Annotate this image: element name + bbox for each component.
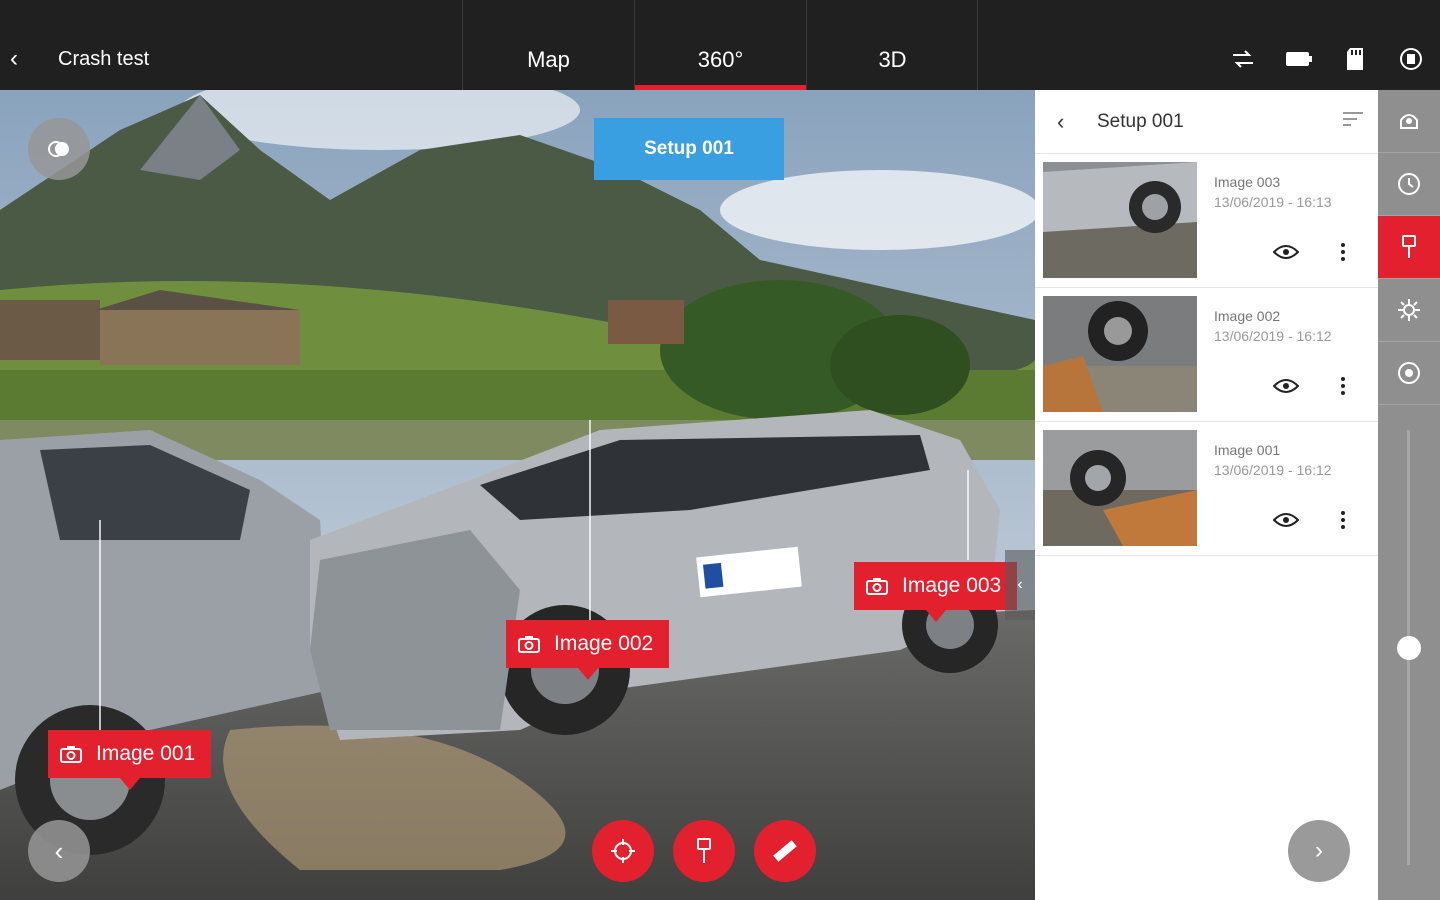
eye-icon[interactable]	[1272, 378, 1300, 399]
top-bar: ‹ Crash test Map 360° 3D	[0, 0, 1440, 90]
camera-icon	[518, 636, 540, 653]
item-title: Image 001	[1214, 442, 1281, 458]
status-icons	[1228, 44, 1426, 74]
tab-3d-label: 3D	[878, 47, 907, 72]
tab-divider	[977, 0, 978, 90]
thumbnail	[1043, 162, 1197, 278]
target-settings-icon	[1398, 362, 1420, 384]
thumbnail	[1043, 430, 1197, 546]
item-date: 13/06/2019 - 16:12	[1214, 328, 1332, 344]
history-tool[interactable]	[1378, 153, 1440, 216]
image-list-item[interactable]: Image 001 13/06/2019 - 16:12	[1035, 422, 1378, 556]
image-tag-002[interactable]: Image 002	[506, 620, 670, 680]
more-options-icon[interactable]	[1340, 242, 1346, 267]
measure-button[interactable]	[754, 820, 816, 882]
image-list-item[interactable]: Image 003 13/06/2019 - 16:13	[1035, 154, 1378, 288]
image-tag-label: Image 002	[554, 632, 654, 655]
item-date: 13/06/2019 - 16:13	[1214, 194, 1332, 210]
image-tag-001[interactable]: Image 001	[48, 730, 212, 790]
scan-tool[interactable]	[1378, 90, 1440, 153]
panel-title: Setup 001	[1097, 110, 1184, 132]
target-settings-tool[interactable]	[1378, 342, 1440, 405]
gesture-icon	[48, 141, 69, 157]
more-options-icon[interactable]	[1340, 510, 1346, 535]
setup-label[interactable]: Setup 001	[594, 118, 784, 180]
image-tag-label: Image 003	[902, 574, 1002, 597]
thumbnail	[1043, 296, 1197, 412]
tab-map[interactable]: Map	[462, 0, 634, 90]
eye-icon[interactable]	[1272, 244, 1300, 265]
image-tag-label: Image 001	[96, 742, 196, 765]
pin-icon	[697, 838, 711, 863]
image-tag-003[interactable]: Image 003	[854, 562, 1018, 622]
page-title: Crash test	[58, 48, 150, 70]
settings-icon	[1398, 299, 1420, 321]
settings-tool[interactable]	[1378, 279, 1440, 342]
target-icon	[611, 839, 635, 863]
tab-3d[interactable]: 3D	[806, 0, 978, 90]
collapse-panel-button[interactable]: ‹	[1005, 550, 1035, 620]
tab-360[interactable]: 360°	[634, 0, 806, 90]
pin-button[interactable]	[673, 820, 735, 882]
zoom-slider-thumb[interactable]	[1397, 636, 1421, 660]
ruler-icon	[773, 840, 797, 862]
panel-header: ‹ Setup 001	[1035, 90, 1378, 154]
target-button[interactable]	[592, 820, 654, 882]
tool-column	[1378, 90, 1440, 900]
view-mode-button[interactable]	[28, 118, 90, 180]
item-title: Image 002	[1214, 308, 1281, 324]
camera-icon	[60, 746, 82, 763]
camera-icon	[866, 578, 888, 595]
sync-icon[interactable]	[1228, 44, 1258, 74]
previous-button[interactable]: ‹	[28, 820, 90, 882]
setup-panel: ‹ Setup 001 Image 003 13/06/2019 - 16:13…	[1035, 90, 1378, 900]
tab-map-label: Map	[527, 47, 570, 72]
sd-card-icon	[1340, 44, 1370, 74]
panorama-viewer[interactable]: Setup 001 Image 002 Image 003 Image 001 …	[0, 90, 1035, 900]
tab-360-label: 360°	[697, 47, 744, 72]
sort-icon[interactable]	[1342, 110, 1364, 135]
pin-icon	[1402, 235, 1416, 258]
history-icon	[1398, 173, 1420, 195]
scan-icon	[1400, 114, 1418, 129]
eye-icon[interactable]	[1272, 512, 1300, 533]
item-title: Image 003	[1214, 174, 1281, 190]
image-list-item[interactable]: Image 002 13/06/2019 - 16:12	[1035, 288, 1378, 422]
panorama-image	[0, 90, 1035, 900]
panel-back-button[interactable]: ‹	[1057, 109, 1097, 135]
device-icon[interactable]	[1396, 44, 1426, 74]
battery-icon	[1284, 44, 1314, 74]
back-button[interactable]: ‹	[10, 44, 34, 74]
item-date: 13/06/2019 - 16:12	[1214, 462, 1332, 478]
next-button[interactable]: ›	[1288, 820, 1350, 882]
pin-tool[interactable]	[1378, 216, 1440, 279]
more-options-icon[interactable]	[1340, 376, 1346, 401]
